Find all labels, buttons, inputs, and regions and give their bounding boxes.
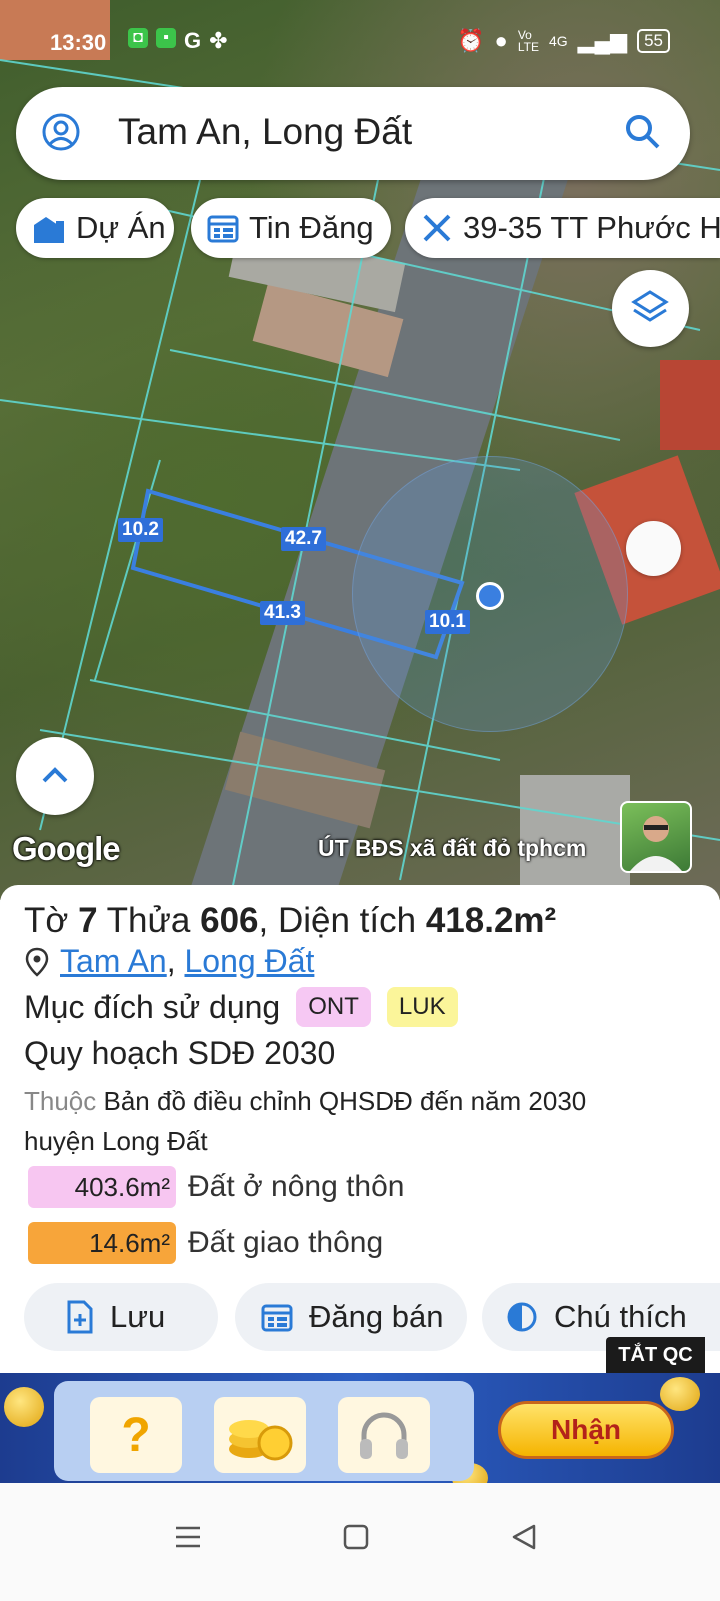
- land-use-badge: LUK: [386, 987, 458, 1027]
- edge-length-label: 42.7: [281, 527, 326, 551]
- headphones-icon: [338, 1397, 430, 1473]
- belongs-prefix: Thuộc: [24, 1086, 97, 1116]
- avatar[interactable]: [620, 801, 692, 873]
- chip-label: 39-35 TT Phước H: [463, 210, 720, 245]
- close-ad-button[interactable]: TẮT QC: [606, 1337, 705, 1373]
- plot-prefix: Thửa: [106, 901, 191, 940]
- back-icon[interactable]: [510, 1523, 538, 1551]
- save-button[interactable]: Lưu: [24, 1283, 218, 1351]
- parcel-location: Tam An, Long Đất: [24, 943, 314, 980]
- parcel-area: 418.2m²: [425, 901, 557, 940]
- chip-label: Tin Đăng: [249, 210, 374, 245]
- signal-icon: ▂▄▆: [577, 28, 628, 53]
- menu-icon[interactable]: [174, 1523, 202, 1551]
- land-use-label: Mục đích sử dụng: [24, 988, 281, 1025]
- zone-row: 403.6m² Đất ở nông thôn: [28, 1165, 405, 1209]
- claim-button[interactable]: Nhận: [498, 1401, 674, 1459]
- chip-tin-dang[interactable]: Tin Đăng: [191, 198, 391, 258]
- search-input[interactable]: Tam An, Long Đất: [118, 111, 412, 153]
- volte-icon: Vo LTE: [517, 28, 539, 54]
- message-icon: ▪: [156, 28, 176, 48]
- clock: 13:30: [50, 30, 107, 55]
- district-link[interactable]: Long Đất: [185, 943, 315, 980]
- plan-description: Thuộc Bản đồ điều chỉnh QHSDĐ đến năm 20…: [24, 1081, 664, 1161]
- zone-row: 14.6m² Đất giao thông: [28, 1221, 383, 1265]
- app-notification-icon: ◘: [128, 28, 148, 48]
- post-for-sale-button[interactable]: Đăng bán: [235, 1283, 467, 1351]
- home-icon[interactable]: [342, 1523, 370, 1551]
- edge-length-label: 10.2: [118, 518, 163, 542]
- system-nav-bar: [0, 1483, 720, 1601]
- sheet-prefix: Tờ: [24, 901, 69, 940]
- alarm-icon: ⏰: [457, 28, 485, 53]
- plan-title: Quy hoạch SDĐ 2030: [24, 1035, 336, 1071]
- land-use-row: Mục đích sử dụng ONT LUK: [24, 987, 458, 1027]
- ad-banner[interactable]: ? Nhận: [0, 1373, 720, 1483]
- parcel-title: Tờ 7 Thửa 606, Diện tích 418.2m²: [24, 901, 556, 941]
- location-separator: ,: [166, 943, 176, 979]
- coins-icon: [214, 1397, 306, 1473]
- zone-area: 14.6m²: [28, 1222, 176, 1264]
- file-add-icon: [67, 1300, 93, 1334]
- battery-level: 55: [637, 29, 670, 53]
- my-location-dot: [476, 582, 504, 610]
- chip-du-an[interactable]: Dự Án: [16, 198, 174, 258]
- layers-button[interactable]: [612, 270, 689, 347]
- search-icon[interactable]: [624, 113, 662, 151]
- zone-area: 403.6m²: [28, 1166, 176, 1208]
- zone-label: Đất giao thông: [188, 1226, 384, 1259]
- sheet-number: 7: [78, 901, 98, 940]
- land-use-badge: ONT: [296, 987, 371, 1027]
- contrast-icon: [507, 1302, 537, 1332]
- plan-source: Bản đồ điều chỉnh QHSDĐ đến năm 2030 huy…: [24, 1086, 587, 1156]
- status-bar: 13:30 ◘ ▪ G ✤ ⏰ ● Vo LTE 4G ▂▄▆ 55: [0, 22, 720, 62]
- chevron-up-icon: [42, 767, 68, 783]
- calendar-icon: [207, 215, 239, 243]
- image-credit: ÚT BĐS xã đất đỏ tphcm: [318, 835, 587, 861]
- post-for-sale-label: Đăng bán: [309, 1299, 444, 1334]
- building-icon: [34, 217, 64, 243]
- edge-length-label: 41.3: [260, 601, 305, 625]
- coin-image: [660, 1377, 700, 1411]
- legend-label: Chú thích: [554, 1299, 687, 1334]
- area-prefix: , Diện tích: [258, 901, 417, 940]
- chip-address[interactable]: 39-35 TT Phước H: [405, 198, 720, 258]
- map-marker[interactable]: [626, 521, 681, 576]
- search-bar[interactable]: Tam An, Long Đất: [16, 87, 690, 180]
- pinwheel-icon: ✤: [209, 28, 228, 53]
- question-icon: ?: [90, 1397, 182, 1473]
- zone-label: Đất ở nông thôn: [188, 1170, 405, 1203]
- account-icon[interactable]: [42, 113, 80, 151]
- plot-number: 606: [200, 901, 259, 940]
- location-icon: ●: [494, 28, 508, 53]
- save-label: Lưu: [110, 1299, 166, 1334]
- network-type: 4G: [548, 33, 568, 49]
- coin-image: [4, 1387, 44, 1427]
- google-attribution: Google: [12, 830, 121, 867]
- ward-link[interactable]: Tam An: [60, 943, 167, 980]
- calendar-icon: [261, 1304, 293, 1332]
- google-icon: G: [184, 28, 202, 53]
- expand-panel-button[interactable]: [16, 737, 94, 815]
- pin-icon: [25, 947, 49, 977]
- parcel-info-panel: Tờ 7 Thửa 606, Diện tích 418.2m² Tam An,…: [0, 885, 720, 1373]
- edge-length-label: 10.1: [425, 610, 470, 634]
- ruler-icon: [423, 214, 451, 242]
- layers-icon: [631, 290, 669, 322]
- chip-label: Dự Án: [76, 210, 166, 245]
